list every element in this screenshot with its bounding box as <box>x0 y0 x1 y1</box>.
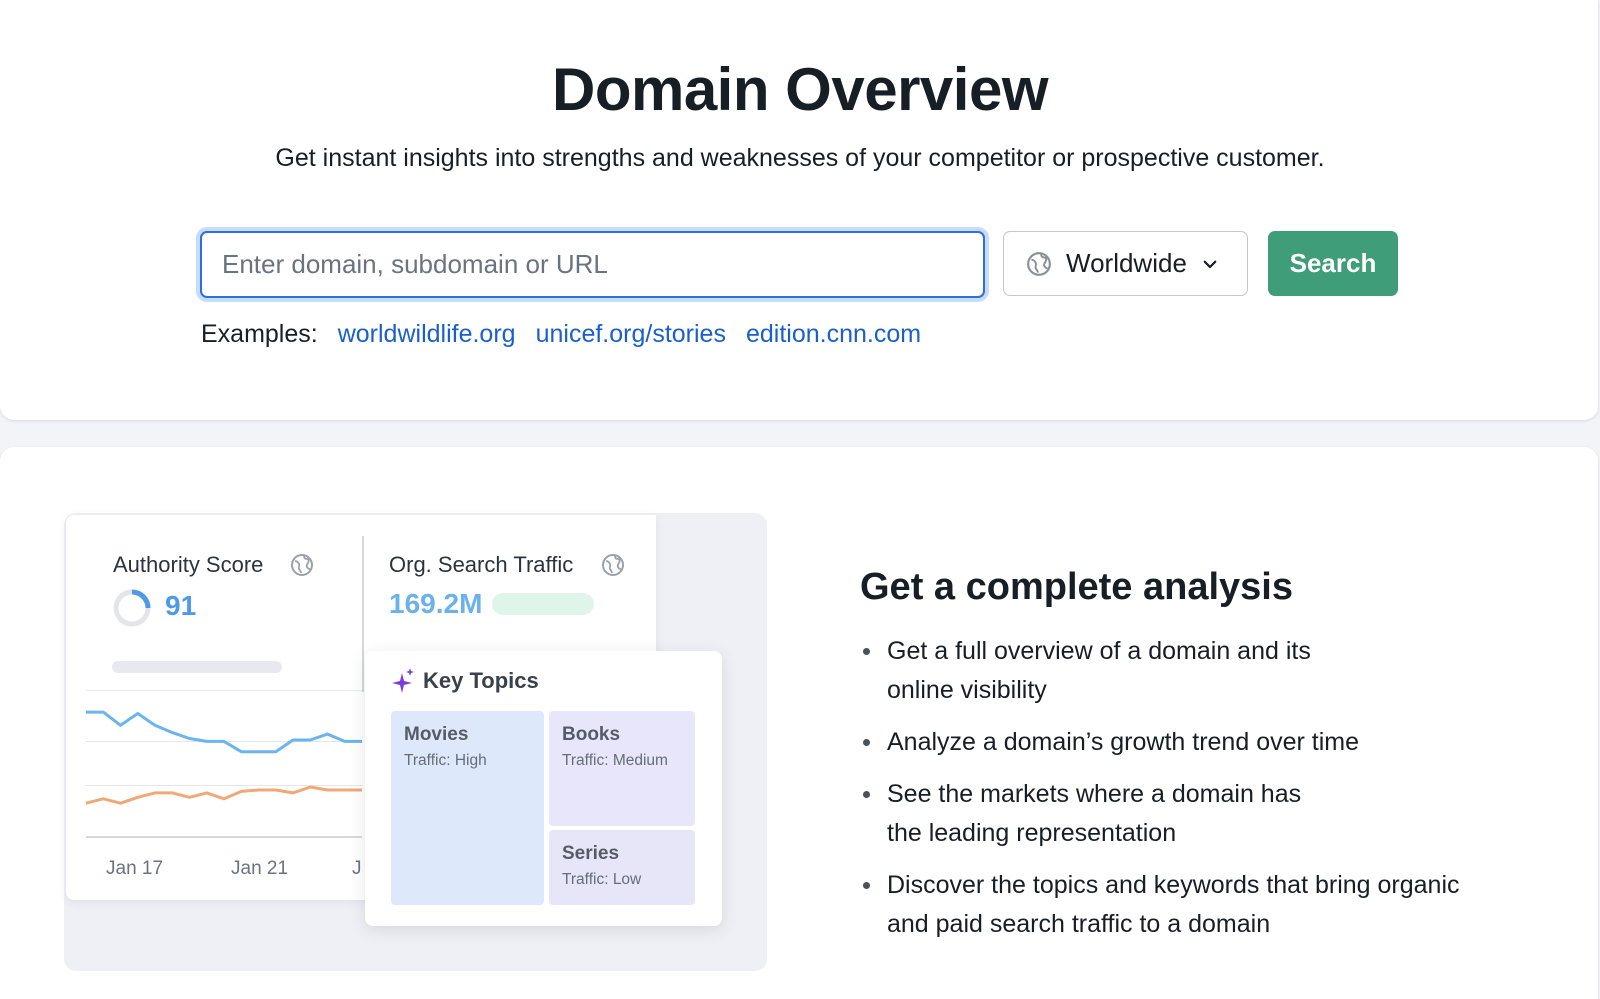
analysis-bullet: Analyze a domain’s growth trend over tim… <box>860 723 1560 762</box>
topic-tile-books: Books Traffic: Medium <box>549 711 695 826</box>
topic-traffic: Traffic: High <box>404 752 487 769</box>
x-tick-label: J <box>352 858 362 879</box>
org-search-traffic-value: 169.2M <box>389 588 483 619</box>
analysis-bullet: Get a full overview of a domain and its … <box>860 632 1560 710</box>
series-line-1 <box>85 785 362 805</box>
globe-icon <box>602 554 624 576</box>
authority-score-value: 91 <box>165 590 197 621</box>
analysis-bullet-list: Get a full overview of a domain and its … <box>860 632 1560 957</box>
placeholder-bar <box>112 661 282 673</box>
key-topics-card: Key Topics Movies Traffic: High Books Tr… <box>365 651 722 926</box>
domain-search-input[interactable] <box>200 231 985 298</box>
org-search-traffic-label: Org. Search Traffic <box>389 552 574 577</box>
authority-score-ring <box>113 589 151 627</box>
traffic-trend-bar <box>492 593 594 615</box>
example-link-unicef[interactable]: unicef.org/stories <box>536 320 726 349</box>
topic-traffic: Traffic: Medium <box>562 752 668 769</box>
sparkle-icon <box>392 668 414 693</box>
region-select[interactable]: Worldwide <box>1003 231 1248 296</box>
topic-tile-series: Series Traffic: Low <box>549 830 695 905</box>
chevron-down-icon <box>1203 260 1217 268</box>
topic-name: Movies <box>404 724 469 745</box>
region-select-label: Worldwide <box>1066 248 1187 278</box>
topic-name: Books <box>562 724 621 745</box>
page-title: Domain Overview <box>551 56 1049 123</box>
search-button[interactable]: Search <box>1268 231 1398 296</box>
topic-tile-movies: Movies Traffic: High <box>391 711 544 905</box>
topic-traffic: Traffic: Low <box>562 871 642 888</box>
page-subtitle: Get instant insights into strengths and … <box>275 144 1325 172</box>
analysis-bullet: See the markets where a domain has the l… <box>860 775 1560 853</box>
analysis-bullet: Discover the topics and keywords that br… <box>860 866 1560 944</box>
globe-icon <box>291 554 313 576</box>
series-line-0 <box>86 710 362 754</box>
x-tick-label: Jan 17 <box>106 858 164 879</box>
analysis-title: Get a complete analysis <box>860 566 1293 608</box>
authority-score-label: Authority Score <box>113 552 264 577</box>
key-topics-title: Key Topics <box>423 668 539 693</box>
example-link-worldwildlife[interactable]: worldwildlife.org <box>338 320 516 349</box>
globe-icon <box>1027 251 1051 276</box>
metric-divider <box>362 536 364 692</box>
topic-name: Series <box>562 843 620 864</box>
examples-label: Examples: <box>201 320 318 348</box>
traffic-line-chart <box>85 690 362 838</box>
chart-lines <box>85 710 362 805</box>
chart-grid <box>86 690 362 838</box>
examples-row: Examples: worldwildlife.org unicef.org/s… <box>201 320 921 349</box>
x-tick-label: Jan 21 <box>231 858 289 879</box>
example-link-cnn[interactable]: edition.cnn.com <box>746 320 921 349</box>
